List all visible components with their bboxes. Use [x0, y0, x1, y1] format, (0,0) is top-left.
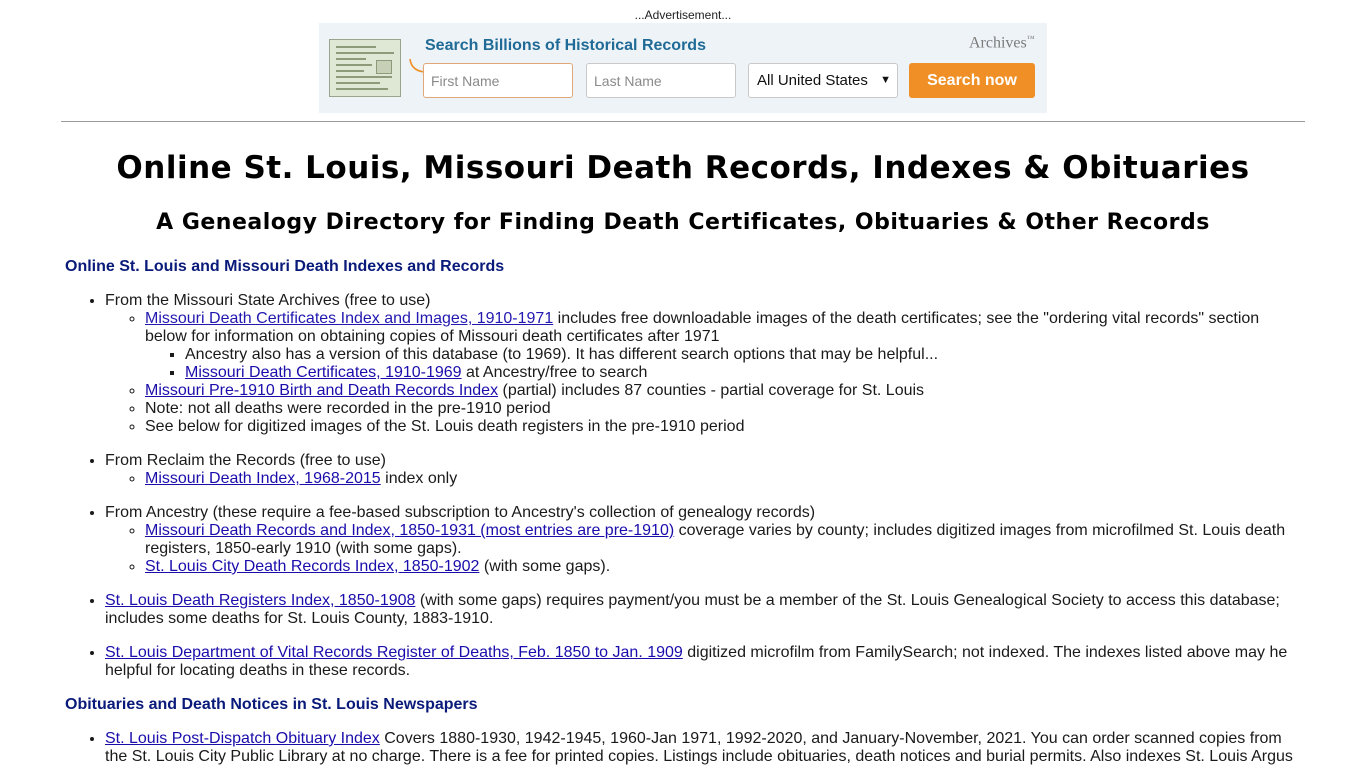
search-now-button[interactable]: Search now — [909, 63, 1035, 98]
st-louis-death-registers-link[interactable]: St. Louis Death Registers Index, 1850-19… — [105, 592, 415, 609]
list-item: From Ancestry (these require a fee-based… — [105, 504, 1301, 576]
list-item: Missouri Death Certificates, 1910-1969 a… — [185, 364, 1301, 382]
missouri-death-records-link[interactable]: Missouri Death Records and Index, 1850-1… — [145, 522, 674, 539]
obituary-list: St. Louis Post-Dispatch Obituary Index C… — [65, 730, 1301, 766]
list-item: St. Louis Death Registers Index, 1850-19… — [105, 592, 1301, 628]
archives-logo: Archives™ — [969, 34, 1035, 52]
divider — [61, 121, 1305, 122]
list-item: Missouri Death Certificates Index and Im… — [145, 310, 1301, 382]
location-select[interactable]: All United States ▼ — [748, 63, 898, 98]
vital-records-register-link[interactable]: St. Louis Department of Vital Records Re… — [105, 644, 683, 661]
page-subtitle: A Genealogy Directory for Finding Death … — [156, 210, 1210, 235]
ad-title: Search Billions of Historical Records — [425, 37, 706, 54]
list-item: Missouri Death Index, 1968-2015 index on… — [145, 470, 1301, 488]
section-heading-obituaries: Obituaries and Death Notices in St. Loui… — [65, 696, 478, 713]
missouri-death-certificates-link[interactable]: Missouri Death Certificates Index and Im… — [145, 310, 553, 327]
list-item: St. Louis Department of Vital Records Re… — [105, 644, 1301, 680]
certificate-thumbnail — [329, 39, 401, 97]
list-item: Missouri Death Records and Index, 1850-1… — [145, 522, 1301, 558]
ad-banner[interactable]: Search Billions of Historical Records Ar… — [319, 23, 1047, 113]
main-content: Online St. Louis, Missouri Death Records… — [65, 140, 1301, 782]
ad-label: ...Advertisement... — [634, 8, 732, 22]
last-name-input[interactable] — [586, 63, 736, 98]
section-heading-death-indexes: Online St. Louis and Missouri Death Inde… — [65, 258, 505, 275]
list-item: St. Louis Post-Dispatch Obituary Index C… — [105, 730, 1301, 766]
post-dispatch-obituary-index-link[interactable]: St. Louis Post-Dispatch Obituary Index — [105, 730, 380, 747]
location-select-value: All United States — [757, 72, 868, 89]
pre-1910-index-link[interactable]: Missouri Pre-1910 Birth and Death Record… — [145, 382, 498, 399]
chevron-down-icon: ▼ — [880, 74, 891, 86]
list-item: Missouri Pre-1910 Birth and Death Record… — [145, 382, 1301, 400]
page-title: Online St. Louis, Missouri Death Records… — [116, 150, 1250, 186]
list-item: From Reclaim the Records (free to use) M… — [105, 452, 1301, 488]
list-item: See below for digitized images of the St… — [145, 418, 1301, 436]
first-name-input[interactable] — [423, 63, 573, 98]
list-item: From the Missouri State Archives (free t… — [105, 292, 1301, 436]
list-item: Note: not all deaths were recorded in th… — [145, 400, 1301, 418]
death-index-list: From the Missouri State Archives (free t… — [65, 292, 1301, 680]
st-louis-city-death-records-link[interactable]: St. Louis City Death Records Index, 1850… — [145, 558, 479, 575]
ancestry-death-certificates-link[interactable]: Missouri Death Certificates, 1910-1969 — [185, 364, 462, 381]
list-item: Ancestry also has a version of this data… — [185, 346, 1301, 364]
missouri-death-index-link[interactable]: Missouri Death Index, 1968-2015 — [145, 470, 381, 487]
list-item: St. Louis City Death Records Index, 1850… — [145, 558, 1301, 576]
